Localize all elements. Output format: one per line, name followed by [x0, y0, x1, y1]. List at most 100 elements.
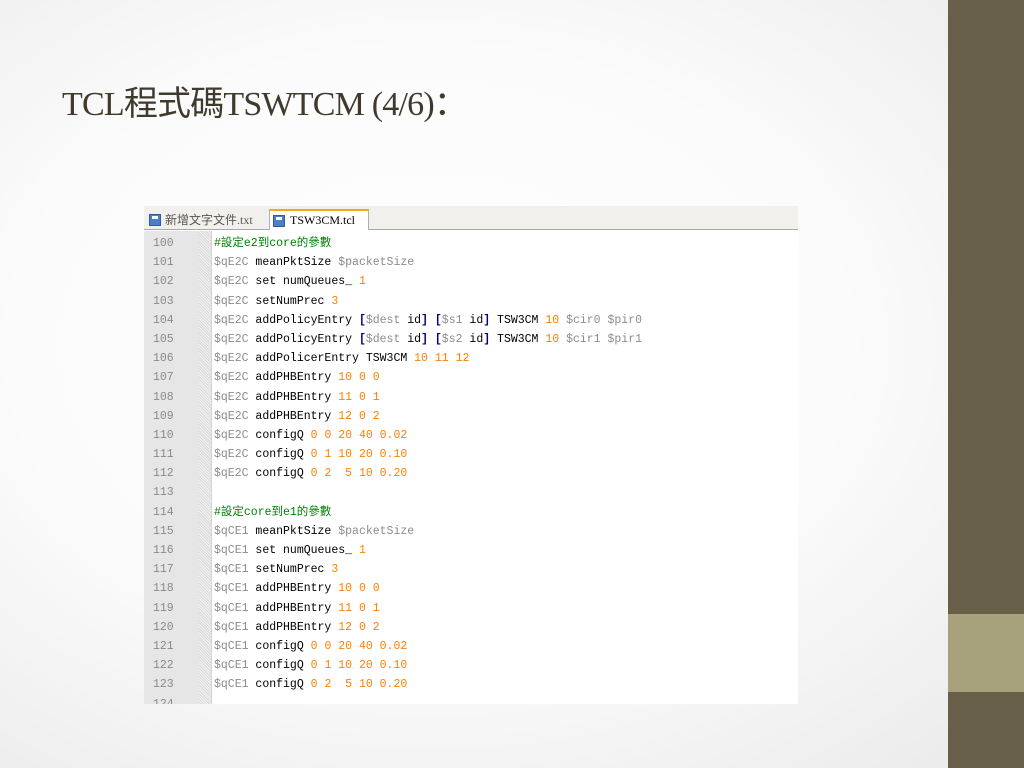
code-variable: $qE2C [214, 428, 249, 442]
editor-tab-bar: 新增文字文件.txt TSW3CM.tcl [144, 206, 798, 230]
code-line: 110 $qE2C configQ 0 0 20 40 0.02 [144, 426, 798, 445]
code-variable: $qCE1 [214, 544, 249, 557]
code-line: 123 $qCE1 configQ 0 2 5 10 0.20 [144, 675, 798, 694]
code-line: 101 $qE2C meanPktSize $packetSize [144, 253, 798, 272]
code-token: id [462, 332, 484, 346]
line-number: 108 [153, 390, 174, 404]
code-token: addPolicyEntry [248, 332, 359, 346]
code-number: 1 [358, 275, 366, 289]
code-line: 116 $qCE1 set numQueues_ 1 [144, 541, 798, 560]
code-variable: $qE2C [214, 448, 249, 462]
code-number: 0 0 20 40 0.02 [310, 428, 408, 442]
code-text: $qE2C configQ 0 1 10 20 0.10 [214, 445, 407, 464]
code-token: meanPktSize [248, 524, 339, 538]
code-line: 105 $qE2C addPolicyEntry [$dest id] [$s2 … [144, 330, 798, 349]
code-text: $qE2C addPHBEntry 11 0 1 [214, 388, 380, 407]
code-token: addPHBEntry [248, 601, 339, 615]
code-token: meanPktSize [248, 256, 339, 270]
code-text: $qCE1 configQ 0 2 5 10 0.20 [214, 675, 407, 694]
code-variable: $qCE1 [214, 639, 249, 653]
code-line: 112 $qE2C configQ 0 2 5 10 0.20 [144, 464, 798, 483]
code-variable: $pir0 [607, 313, 643, 327]
code-number: 12 0 2 [338, 409, 380, 423]
code-token: setNumPrec [248, 294, 332, 308]
line-number: 100 [153, 237, 174, 250]
code-text: $qE2C addPolicyEntry [$dest id] [$s1 id]… [214, 311, 642, 330]
code-line: 119 $qCE1 addPHBEntry 11 0 1 [144, 599, 798, 618]
code-line: 117 $qCE1 setNumPrec 3 [144, 560, 798, 579]
code-variable: $qCE1 [214, 659, 249, 673]
code-line: 102 $qE2C set numQueues_ 1 [144, 272, 798, 291]
code-token: configQ [248, 467, 311, 481]
code-variable: $cir1 [566, 332, 601, 346]
code-line: 103 $qE2C setNumPrec 3 [144, 292, 798, 311]
code-line: 115 $qCE1 meanPktSize $packetSize [144, 522, 798, 541]
code-text: $qCE1 addPHBEntry 10 0 0 [214, 579, 380, 598]
code-text: $qE2C addPHBEntry 10 0 0 [214, 368, 380, 387]
code-number: 10 0 0 [338, 371, 380, 385]
code-text: $qE2C set numQueues_ 1 [214, 272, 366, 291]
line-number: 122 [153, 659, 174, 673]
line-number: 105 [153, 332, 174, 346]
code-variable: $qCE1 [214, 601, 249, 615]
code-text: $qE2C addPolicyEntry [$dest id] [$s2 id]… [214, 330, 642, 349]
line-number: 114 [153, 505, 174, 519]
code-token: configQ [248, 448, 311, 462]
code-token: addPolicyEntry [248, 313, 359, 327]
line-number: 123 [153, 678, 174, 692]
code-token: addPolicerEntry TSW3CM [248, 352, 415, 366]
tab-new-text-document[interactable]: 新增文字文件.txt [146, 209, 268, 230]
code-token: addPHBEntry [248, 409, 339, 423]
code-line: 107 $qE2C addPHBEntry 10 0 0 [144, 368, 798, 387]
code-line: 114 #設定core到e1的參數 [144, 503, 798, 522]
code-line: 113 [144, 483, 798, 502]
code-text: $qE2C addPHBEntry 12 0 2 [214, 407, 380, 426]
code-area[interactable]: 100 #設定e2到core的參數 101 $qE2C meanPktSize $pa… [144, 234, 798, 704]
code-text: $qE2C configQ 0 2 5 10 0.20 [214, 464, 407, 483]
code-bracket: [ [358, 332, 366, 346]
slide-title: TCL程式碼TSWTCM (4/6)： [62, 86, 468, 123]
code-variable: $qE2C [214, 275, 249, 289]
code-token: configQ [248, 659, 311, 673]
line-number: 115 [153, 524, 174, 538]
code-number: 12 0 2 [338, 620, 380, 634]
line-number: 109 [153, 409, 174, 423]
code-line: 100 #設定e2到core的參數 [144, 234, 798, 253]
code-token: addPHBEntry [248, 390, 339, 404]
code-variable: $qCE1 [214, 524, 249, 538]
code-text: #設定e2到core的參數 [214, 234, 331, 253]
code-number: 0 1 10 20 0.10 [310, 448, 408, 462]
code-variable: $qE2C [214, 313, 249, 327]
tab-tsw3cm-tcl[interactable]: TSW3CM.tcl [269, 209, 369, 230]
line-number: 117 [153, 563, 174, 577]
line-number: 119 [153, 601, 174, 615]
code-token: TSW3CM [490, 313, 546, 327]
code-number: 0 2 5 10 0.20 [310, 467, 408, 481]
line-number: 120 [153, 620, 174, 634]
line-number: 113 [153, 486, 174, 500]
code-line: 104 $qE2C addPolicyEntry [$dest id] [$s1 … [144, 311, 798, 330]
code-token: addPHBEntry [248, 620, 339, 634]
code-variable: $qE2C [214, 332, 249, 346]
code-editor-screenshot: 新增文字文件.txt TSW3CM.tcl 100 #設定e2到core的參數 10… [144, 206, 798, 704]
code-variable: $qE2C [214, 352, 249, 366]
code-variable: $packetSize [338, 524, 415, 538]
code-variable: $qCE1 [214, 620, 249, 634]
code-number: 10 11 12 [414, 352, 470, 366]
save-icon [149, 213, 161, 226]
line-number: 107 [153, 371, 174, 385]
code-number: 3 [331, 294, 339, 308]
code-text: $qCE1 addPHBEntry 12 0 2 [214, 618, 380, 637]
code-text: $qCE1 setNumPrec 3 [214, 560, 338, 579]
code-variable: $s1 [441, 313, 463, 327]
code-line: 106 $qE2C addPolicerEntry TSW3CM 10 11 12 [144, 349, 798, 368]
code-number: 1 [358, 544, 366, 557]
code-comment: #設定e2到core的參數 [214, 237, 332, 250]
code-number: 11 0 1 [338, 601, 380, 615]
line-number: 124 [153, 697, 174, 705]
code-number: 0 0 20 40 0.02 [310, 639, 408, 653]
code-variable: $qE2C [214, 409, 249, 423]
code-variable: $qE2C [214, 467, 249, 481]
code-token: TSW3CM [490, 332, 546, 346]
